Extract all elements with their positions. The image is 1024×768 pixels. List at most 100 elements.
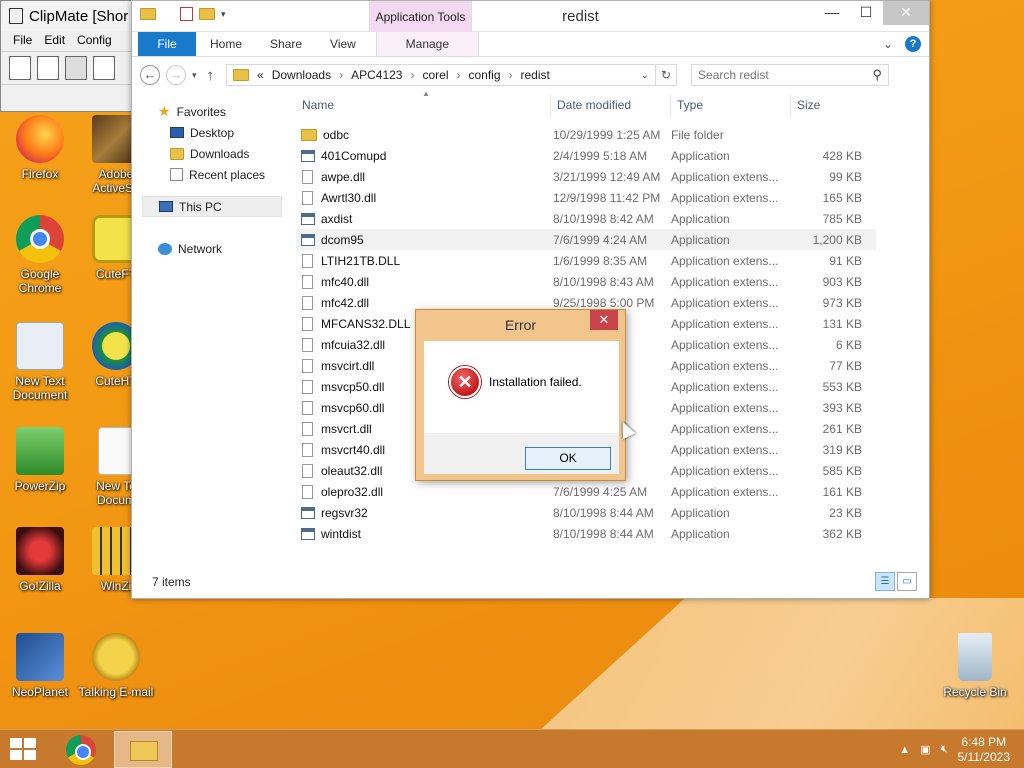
taskbar-chrome-icon[interactable] <box>66 735 96 765</box>
up-button[interactable]: ↑ <box>207 67 215 84</box>
file-size: 585 KB <box>822 463 862 478</box>
recent-locations-icon[interactable]: ▾ <box>192 70 197 81</box>
dll-file-icon <box>302 316 313 331</box>
help-icon[interactable]: ? <box>905 36 921 52</box>
network-status-icon[interactable]: ▣ <box>920 743 930 756</box>
tab-home[interactable]: Home <box>196 32 256 56</box>
file-row[interactable]: wintdist 8/10/1998 8:44 AM Application 362 … <box>296 523 876 544</box>
breadcrumb-downloads[interactable]: Downloads <box>272 68 331 82</box>
tool-icon[interactable] <box>93 56 115 80</box>
file-date: 12/9/1998 11:42 PM <box>553 190 661 205</box>
search-placeholder: Search redist <box>698 68 769 82</box>
clock-date: 5/11/2023 <box>957 749 1011 764</box>
desktop-icon-powerzip[interactable]: PowerZip <box>0 427 80 493</box>
desktop-icon-new-text-document[interactable]: New Text Document <box>0 322 80 402</box>
file-date: 7/6/1999 4:24 AM <box>553 232 648 247</box>
file-row[interactable]: odbc 10/29/1999 1:25 AM File folder <box>296 124 876 145</box>
forward-button[interactable]: → <box>166 65 186 85</box>
clock[interactable]: 6:48 PM 5/11/2023 <box>958 735 1011 765</box>
nav-network[interactable]: Network <box>142 238 282 259</box>
file-row[interactable]: mfc40.dll 8/10/1998 8:43 AM Application ex… <box>296 271 876 292</box>
network-icon <box>158 242 172 255</box>
column-size[interactable]: Size <box>791 95 869 117</box>
clipmate-menu-edit[interactable]: Edit <box>44 33 65 49</box>
file-row[interactable]: dcom95 7/6/1999 4:24 AM Application 1,200 K… <box>296 229 876 250</box>
ribbon-tabs: File Home Share View Manage ⌄ ? <box>132 32 929 57</box>
clipmate-window[interactable]: ClipMate [Shor File Edit Config <box>0 0 132 112</box>
file-row[interactable]: Awrtl30.dll 12/9/1998 11:42 PM Application… <box>296 187 876 208</box>
edit-icon[interactable] <box>37 56 59 80</box>
close-button[interactable]: ✕ <box>883 1 929 25</box>
large-icons-view-button[interactable]: ▭ <box>897 572 917 591</box>
navigation-pane: ★ Favorites Desktop Downloads Recent plac… <box>142 101 282 259</box>
file-size: 261 KB <box>822 421 862 436</box>
desktop-icon-chrome[interactable]: Google Chrome <box>0 215 80 295</box>
address-bar[interactable]: « Downloads › APC4123 › corel › config ›… <box>226 64 657 86</box>
tab-file[interactable]: File <box>138 32 196 56</box>
nav-label: Recent places <box>189 167 266 182</box>
taskbar: ▲ ▣ 🔇︎ 6:48 PM 5/11/2023 <box>0 729 1024 768</box>
clipmate-menu-file[interactable]: File <box>13 33 32 49</box>
desktop-icon-neoplanet[interactable]: NeoPlanet <box>0 633 80 699</box>
search-input[interactable]: Search redist ⚲ <box>691 64 890 86</box>
recent-places-icon <box>170 168 183 181</box>
desktop-icon-firefox[interactable]: Firefox <box>0 115 80 181</box>
application-icon <box>301 233 315 246</box>
file-row[interactable]: axdist 8/10/1998 8:42 AM Application 785 KB <box>296 208 876 229</box>
file-row[interactable]: 401Comupd 2/4/1999 5:18 AM Application 428 … <box>296 145 876 166</box>
nav-recent-places[interactable]: Recent places <box>142 164 282 185</box>
back-button[interactable]: ← <box>140 65 160 85</box>
file-date: 9/25/1998 5:00 PM <box>553 295 655 310</box>
nav-favorites[interactable]: ★ Favorites <box>142 101 282 122</box>
desktop-icon-talking-email[interactable]: Talking E-mail <box>76 633 156 699</box>
expand-ribbon-icon[interactable]: ⌄ <box>883 37 893 51</box>
file-row[interactable]: olepro32.dll 7/6/1999 4:25 AM Application … <box>296 481 876 502</box>
file-row[interactable]: LTIH21TB.DLL 1/6/1999 8:35 AM Application … <box>296 250 876 271</box>
gozilla-icon <box>16 527 64 575</box>
breadcrumb-redist[interactable]: redist <box>521 68 550 82</box>
file-size: 973 KB <box>822 295 862 310</box>
file-type: Application extens... <box>671 274 779 289</box>
address-overflow[interactable]: « <box>257 68 264 82</box>
dll-file-icon <box>302 337 313 352</box>
column-name[interactable]: Name <box>296 95 551 117</box>
chevron-down-icon[interactable]: ⌄ <box>641 70 649 81</box>
nav-desktop[interactable]: Desktop <box>142 122 282 143</box>
breadcrumb-config[interactable]: config <box>468 68 500 82</box>
file-row[interactable]: awpe.dll 3/21/1999 12:49 AM Application ex… <box>296 166 876 187</box>
start-button[interactable] <box>10 738 38 762</box>
minimize-button[interactable]: — <box>815 1 849 25</box>
desktop-icon-gozilla[interactable]: Go!Zilla <box>0 527 80 593</box>
show-hidden-icons-icon[interactable]: ▲ <box>899 744 910 756</box>
dialog-close-button[interactable]: ✕ <box>590 310 618 330</box>
explorer-window[interactable]: ▾ Application Tools redist — ☐ ✕ File Ho… <box>131 0 930 599</box>
details-view-button[interactable]: ☰ <box>875 572 895 591</box>
tab-manage[interactable]: Manage <box>375 32 479 56</box>
printer-icon[interactable] <box>65 56 87 80</box>
volume-muted-icon[interactable]: 🔇︎ <box>941 743 948 756</box>
file-name: olepro32.dll <box>321 484 384 499</box>
column-type[interactable]: Type <box>671 95 791 117</box>
file-name-cell: wintdist <box>296 527 551 541</box>
file-row[interactable]: regsvr32 8/10/1998 8:44 AM Application 23 K… <box>296 502 876 523</box>
desktop-icon-recycle-bin[interactable]: Recycle Bin <box>935 633 1015 699</box>
taskbar-file-explorer-button[interactable] <box>114 731 172 768</box>
breadcrumb-corel[interactable]: corel <box>422 68 448 82</box>
file-size: 77 KB <box>829 358 862 373</box>
nav-this-pc[interactable]: This PC <box>142 196 282 217</box>
refresh-button[interactable]: ↻ <box>655 64 678 86</box>
file-type: Application <box>671 526 730 541</box>
tab-view[interactable]: View <box>316 32 370 56</box>
error-dialog[interactable]: Error ✕ ✕ Installation failed. OK <box>415 309 626 481</box>
tab-share[interactable]: Share <box>256 32 316 56</box>
recycle-bin-icon <box>958 633 992 681</box>
power-icon[interactable] <box>9 56 31 80</box>
ok-button[interactable]: OK <box>525 447 611 470</box>
column-date-modified[interactable]: Date modified <box>551 95 671 117</box>
maximize-button[interactable]: ☐ <box>849 1 883 25</box>
explorer-titlebar[interactable]: ▾ Application Tools redist — ☐ ✕ <box>132 1 929 32</box>
nav-downloads[interactable]: Downloads <box>142 143 282 164</box>
clipmate-titlebar[interactable]: ClipMate [Shor <box>1 1 131 31</box>
breadcrumb-apc4123[interactable]: APC4123 <box>351 68 402 82</box>
clipmate-menu-config[interactable]: Config <box>77 33 112 49</box>
